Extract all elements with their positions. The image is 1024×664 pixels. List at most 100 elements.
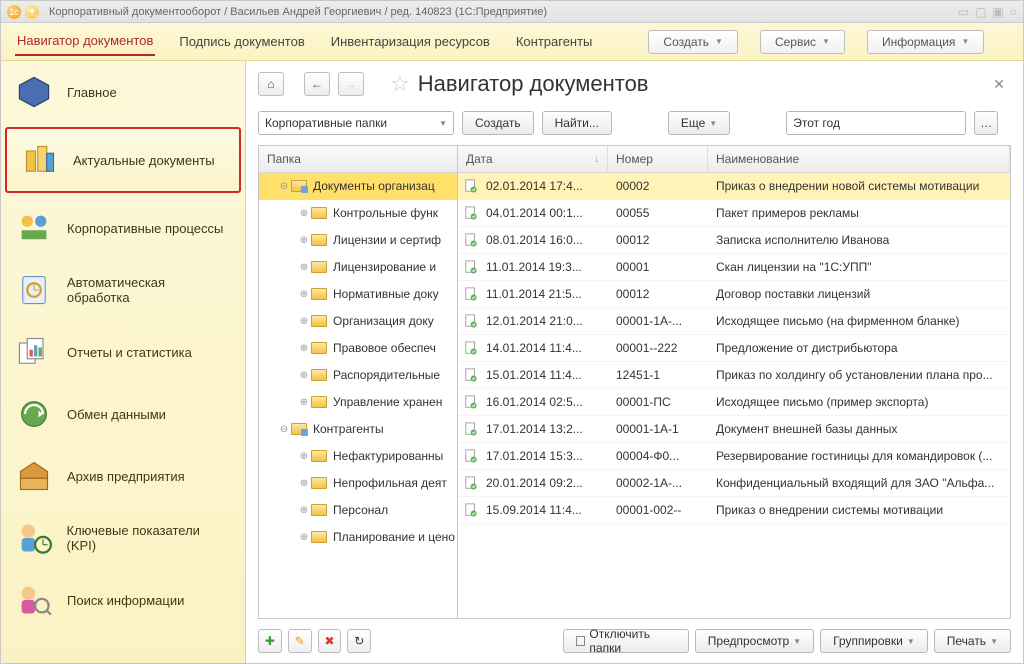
grid-row[interactable]: 17.01.2014 15:3...00004-Ф0...Резервирова… [458, 443, 1010, 470]
sidebar-item-5[interactable]: Обмен данными [1, 383, 245, 445]
add-button[interactable]: ✚ [258, 629, 282, 653]
tree-row[interactable]: ⊕ Нефактурированны [259, 443, 457, 470]
grid-row[interactable]: 15.09.2014 11:4...00001-002--Приказ о вн… [458, 497, 1010, 524]
year-filter-extra[interactable]: … [974, 111, 998, 135]
tree-row[interactable]: ⊖Контрагенты [259, 416, 457, 443]
col-date[interactable]: Дата↓ [458, 146, 608, 172]
find-button[interactable]: Найти... [542, 111, 612, 135]
col-name[interactable]: Наименование [708, 146, 1010, 172]
expand-icon[interactable]: ⊕ [297, 505, 311, 516]
expand-icon[interactable]: ⊕ [297, 451, 311, 462]
toggle-folders-button[interactable]: Отключить папки [563, 629, 689, 653]
cell-number: 00001-1А-1 [608, 422, 708, 436]
dropdown-icon[interactable]: ▾ [25, 5, 39, 19]
grid-row[interactable]: 11.01.2014 19:3...00001Скан лицензии на … [458, 254, 1010, 281]
grid-row[interactable]: 08.01.2014 16:0...00012Записка исполните… [458, 227, 1010, 254]
expand-icon[interactable]: ⊕ [297, 343, 311, 354]
expand-icon[interactable]: ⊕ [297, 262, 311, 273]
doc-icon [458, 449, 484, 463]
sidebar-label: Ключевые показатели (KPI) [67, 523, 231, 553]
sidebar-icon [15, 333, 53, 371]
sidebar-item-1[interactable]: Актуальные документы [5, 127, 241, 193]
expand-icon[interactable]: ⊕ [297, 316, 311, 327]
cell-name: Исходящее письмо (на фирменном бланке) [708, 314, 1010, 328]
tree-row[interactable]: ⊖ Документы организац [259, 173, 457, 200]
forward-button[interactable]: → [338, 72, 364, 96]
tree-label: Документы организац [313, 179, 435, 193]
grid-row[interactable]: 12.01.2014 21:0...00001-1А-...Исходящее … [458, 308, 1010, 335]
expand-icon[interactable]: ⊖ [277, 424, 291, 435]
tab-sign[interactable]: Подпись документов [177, 28, 306, 55]
grid-row[interactable]: 04.01.2014 00:1...00055Пакет примеров ре… [458, 200, 1010, 227]
print-button[interactable]: Печать▼ [934, 629, 1011, 653]
grid-row[interactable]: 02.01.2014 17:4...00002Приказ о внедрени… [458, 173, 1010, 200]
cell-date: 02.01.2014 17:4... [484, 179, 608, 193]
tab-inventory[interactable]: Инвентаризация ресурсов [329, 28, 492, 55]
expand-icon[interactable]: ⊕ [297, 370, 311, 381]
cell-name: Пакет примеров рекламы [708, 206, 1010, 220]
sidebar-item-7[interactable]: Ключевые показатели (KPI) [1, 507, 245, 569]
tab-contractors[interactable]: Контрагенты [514, 28, 595, 55]
expand-icon[interactable]: ⊕ [297, 532, 311, 543]
tree-row[interactable]: ⊕Непрофильная деят [259, 470, 457, 497]
home-button[interactable]: ⌂ [258, 72, 284, 96]
app-icon: 1c [7, 5, 21, 19]
sidebar-icon [15, 519, 53, 557]
cell-number: 00055 [608, 206, 708, 220]
tree-label: Лицензирование и [333, 260, 436, 274]
doc-icon [458, 368, 484, 382]
tree-row[interactable]: ⊕Управление хранен [259, 389, 457, 416]
tree-row[interactable]: ⊕ Лицензирование и [259, 254, 457, 281]
delete-button[interactable]: ✖ [318, 629, 342, 653]
tree-row[interactable]: ⊕ Распорядительные [259, 362, 457, 389]
expand-icon[interactable]: ⊕ [297, 289, 311, 300]
close-page-button[interactable]: ✕ [993, 76, 1011, 93]
window-controls[interactable]: ▭▢▣○ [952, 5, 1017, 19]
tree-row[interactable]: ⊕Лицензии и сертиф [259, 227, 457, 254]
cell-number: 00001-ПС [608, 395, 708, 409]
sidebar-item-0[interactable]: Главное [1, 61, 245, 123]
sidebar-label: Автоматическая обработка [67, 275, 231, 305]
expand-icon[interactable]: ⊕ [297, 235, 311, 246]
col-number[interactable]: Номер [608, 146, 708, 172]
more-button[interactable]: Еще▼ [668, 111, 730, 135]
create-button[interactable]: Создать [462, 111, 534, 135]
expand-icon[interactable]: ⊕ [297, 397, 311, 408]
star-icon[interactable]: ☆ [390, 71, 410, 97]
expand-icon[interactable]: ⊖ [277, 181, 291, 192]
expand-icon[interactable]: ⊕ [297, 208, 311, 219]
grid-row[interactable]: 16.01.2014 02:5...00001-ПСИсходящее пись… [458, 389, 1010, 416]
menu-create-button[interactable]: Создать▼ [648, 30, 738, 54]
back-button[interactable]: ← [304, 72, 330, 96]
tree-row[interactable]: ⊕Персонал [259, 497, 457, 524]
group-button[interactable]: Группировки▼ [820, 629, 928, 653]
edit-button[interactable]: ✎ [288, 629, 312, 653]
year-filter[interactable]: Этот год [786, 111, 966, 135]
tree-row[interactable]: ⊕Нормативные доку [259, 281, 457, 308]
expand-icon[interactable]: ⊕ [297, 478, 311, 489]
sidebar-item-8[interactable]: Поиск информации [1, 569, 245, 631]
grid-row[interactable]: 11.01.2014 21:5...00012Договор поставки … [458, 281, 1010, 308]
sidebar-item-3[interactable]: Автоматическая обработка [1, 259, 245, 321]
sidebar-item-6[interactable]: Архив предприятия [1, 445, 245, 507]
menu-info-button[interactable]: Информация▼ [867, 30, 984, 54]
sidebar-label: Поиск информации [67, 593, 184, 608]
grid-row[interactable]: 15.01.2014 11:4...12451-1Приказ по холди… [458, 362, 1010, 389]
grid-row[interactable]: 14.01.2014 11:4...00001--222Предложение … [458, 335, 1010, 362]
grid-row[interactable]: 20.01.2014 09:2...00002-1А-...Конфиденци… [458, 470, 1010, 497]
menu-service-button[interactable]: Сервис▼ [760, 30, 845, 54]
tree-row[interactable]: ⊕Организация доку [259, 308, 457, 335]
cell-date: 20.01.2014 09:2... [484, 476, 608, 490]
tab-navigator[interactable]: Навигатор документов [15, 27, 155, 56]
tree-label: Распорядительные [333, 368, 440, 382]
tree-row[interactable]: ⊕Контрольные функ [259, 200, 457, 227]
preview-button[interactable]: Предпросмотр▼ [695, 629, 814, 653]
folder-combo[interactable]: Корпоративные папки▼ [258, 111, 454, 135]
sidebar-item-4[interactable]: Отчеты и статистика [1, 321, 245, 383]
tree-label: Нефактурированны [333, 449, 443, 463]
tree-row[interactable]: ⊕Правовое обеспеч [259, 335, 457, 362]
sidebar-item-2[interactable]: Корпоративные процессы [1, 197, 245, 259]
refresh-button[interactable]: ↻ [347, 629, 371, 653]
tree-row[interactable]: ⊕Планирование и цено [259, 524, 457, 551]
grid-row[interactable]: 17.01.2014 13:2...00001-1А-1Документ вне… [458, 416, 1010, 443]
